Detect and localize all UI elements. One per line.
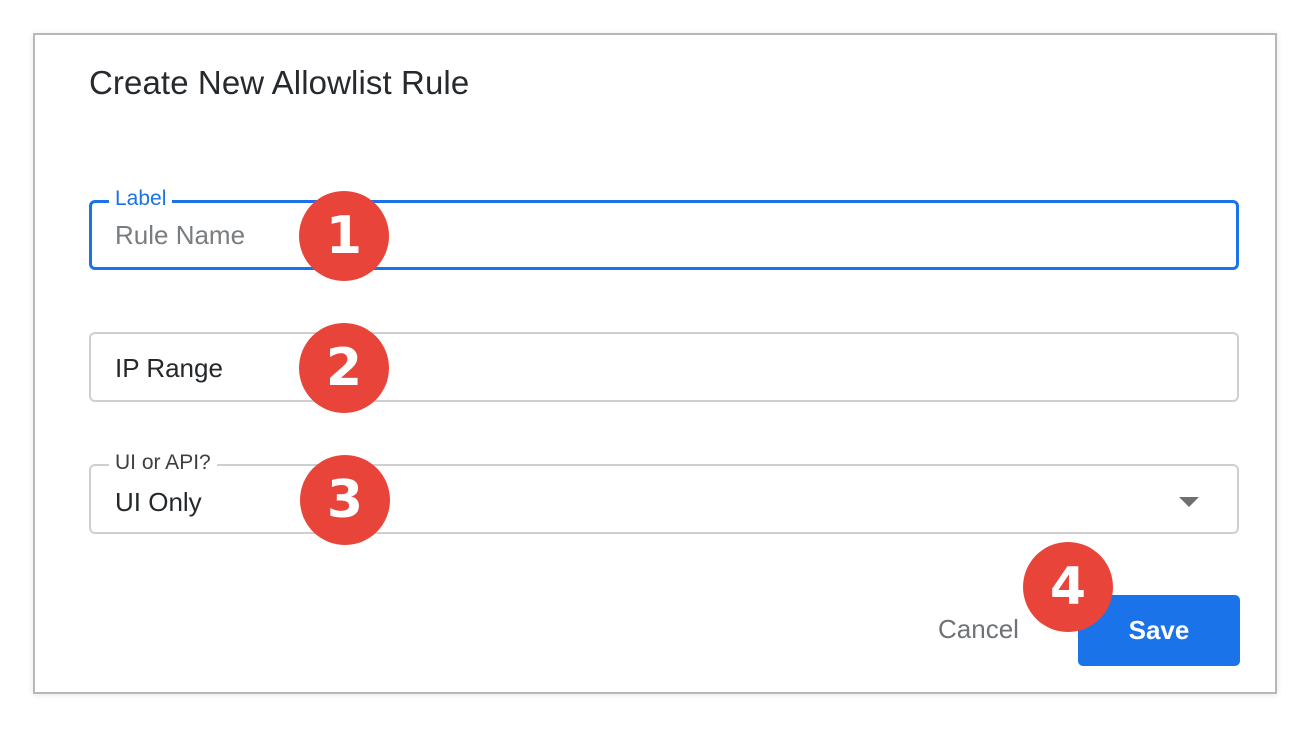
ui-or-api-select[interactable]: UI or API? UI Only: [89, 450, 1239, 534]
callout-badge-1: 1: [299, 191, 389, 281]
cancel-button[interactable]: Cancel: [920, 603, 1037, 655]
rule-name-field[interactable]: Label Rule Name: [89, 186, 1239, 270]
ui-or-api-value[interactable]: UI Only: [115, 487, 202, 518]
ip-range-input[interactable]: IP Range: [115, 353, 223, 384]
callout-badge-3: 3: [300, 455, 390, 545]
rule-name-label: Label: [109, 186, 173, 212]
callout-badge-4: 4: [1023, 542, 1113, 632]
ui-or-api-label: UI or API?: [109, 450, 217, 476]
caret-down-icon[interactable]: [1179, 497, 1199, 507]
dialog-title: Create New Allowlist Rule: [89, 64, 470, 101]
ip-range-field[interactable]: IP Range: [89, 332, 1239, 402]
rule-name-input[interactable]: Rule Name: [115, 220, 245, 251]
callout-badge-2: 2: [299, 323, 389, 413]
